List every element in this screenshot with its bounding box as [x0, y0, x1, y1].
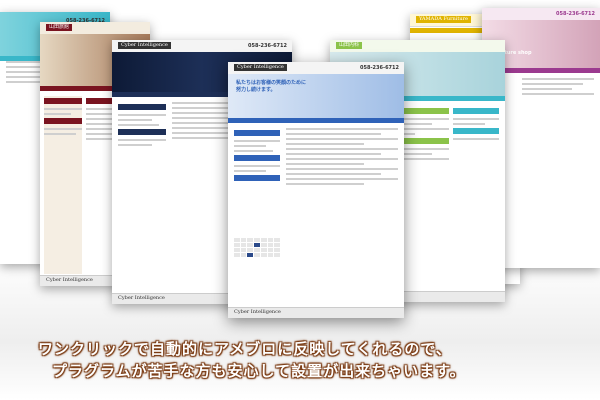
card-logo: Cyber Intelligence	[234, 64, 287, 71]
caption-line-1: ワンクリックで自動的にアメブロに反映してくれるので、	[38, 340, 452, 358]
card-main-content	[522, 78, 594, 256]
caption-line-2: プラグラムが苦手な方も安心して設置が出来ちゃいます。	[52, 362, 466, 380]
card-tab-label-yamada-naika: 山田内科	[336, 42, 363, 49]
hero-copy-line2: 努力し続けます。	[236, 87, 276, 93]
card-footer: Cyber Intelligence	[228, 307, 404, 318]
template-gallery-stage: 058-236-6712 山田旅館 Cyber Intelligence Cyb…	[0, 0, 600, 400]
card-phone-number: 058-236-6712	[360, 65, 399, 71]
card-footer-logo: Cyber Intelligence	[46, 277, 93, 283]
template-card-blue-front: Cyber Intelligence 058-236-6712 私たちはお客様の…	[228, 62, 404, 318]
card-hero-copy: 私たちはお客様の笑顔のために 努力し続けます。	[236, 80, 306, 94]
card-sidebar	[234, 128, 280, 306]
card-phone-number: 058-236-6712	[248, 43, 287, 49]
card-sidebar	[118, 102, 166, 292]
card-phone-number: 058-236-6712	[556, 11, 595, 17]
card-banner: 私たちはお客様の笑顔のために 努力し続けます。	[228, 74, 404, 118]
card-calendar	[234, 238, 280, 257]
hero-copy-line1: 私たちはお客様の笑顔のために	[236, 80, 307, 86]
card-footer-logo: Cyber Intelligence	[234, 309, 281, 315]
card-logo: Cyber Intelligence	[118, 42, 171, 49]
card-tab-label-jingoya: 山田旅館	[46, 24, 73, 31]
card-tab-label-yamada-furniture: YAMADA Furniture	[416, 16, 471, 23]
card-sidebar	[453, 106, 499, 290]
card-main-content	[286, 128, 398, 306]
card-nav	[228, 118, 404, 123]
card-sidebar	[44, 96, 82, 274]
card-footer-logo: Cyber Intelligence	[118, 295, 165, 301]
